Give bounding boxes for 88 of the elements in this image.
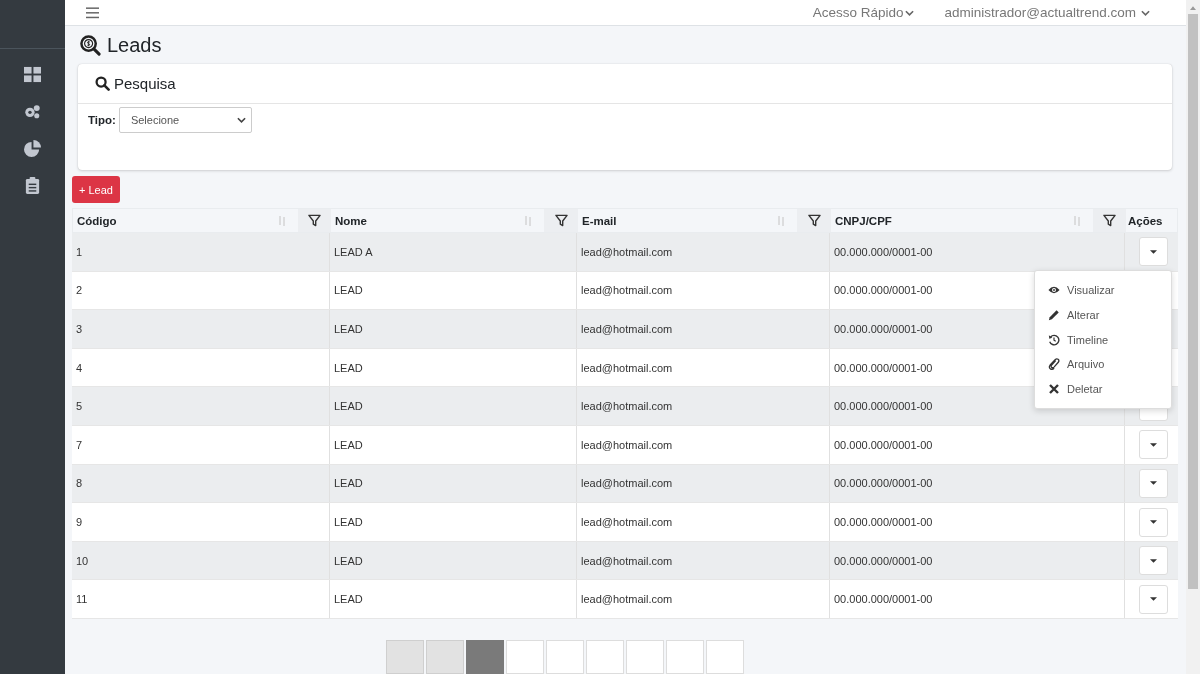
quick-access-menu[interactable]: Acesso Rápido — [812, 5, 915, 21]
table-cell: LEAD — [330, 271, 577, 310]
filter-icon — [554, 214, 568, 228]
dollar-search-icon — [80, 34, 101, 56]
sort-icon[interactable] — [1072, 215, 1081, 226]
column-header[interactable]: CNPJ/CPF — [831, 209, 1060, 233]
table-cell: 11 — [72, 580, 330, 618]
caret-icon — [1150, 442, 1157, 447]
table-cell: LEAD — [330, 503, 577, 541]
table-cell: 00.000.000/0001-00 — [830, 503, 1125, 541]
filter-button[interactable] — [544, 209, 578, 233]
table-cell: 00.000.000/0001-00 — [830, 541, 1125, 580]
type-label: Tipo: — [88, 114, 116, 127]
actions-dropdown-button[interactable] — [1139, 468, 1168, 498]
filter-button[interactable] — [298, 209, 331, 233]
table-cell: 2 — [72, 271, 330, 310]
chevron-down-icon — [236, 117, 246, 124]
card-title: Pesquisa — [114, 75, 176, 93]
table-cell: lead@hotmail.com — [577, 426, 830, 464]
pie-chart-icon[interactable] — [24, 140, 41, 157]
table-cell: 4 — [72, 348, 330, 387]
filter-button[interactable] — [797, 209, 831, 233]
column-header[interactable]: E-mail — [578, 209, 764, 233]
caret-icon — [1150, 249, 1157, 254]
pencil-icon — [1048, 308, 1060, 321]
table-cell: LEAD — [330, 464, 577, 503]
type-select[interactable]: Selecione — [118, 107, 252, 134]
table-cell: 5 — [72, 387, 330, 426]
table-cell: LEAD — [330, 387, 577, 426]
table-cell: lead@hotmail.com — [577, 233, 830, 271]
filter-icon — [807, 214, 821, 228]
chevron-down-icon — [905, 9, 915, 16]
actions-dropdown-button[interactable] — [1139, 507, 1168, 537]
filter-icon — [308, 214, 321, 228]
table-cell: 7 — [72, 426, 330, 464]
table-cell: LEAD — [330, 310, 577, 348]
caret-icon — [1150, 597, 1157, 602]
actions-dropdown-button[interactable] — [1139, 237, 1168, 267]
table-cell: lead@hotmail.com — [577, 580, 830, 618]
clipboard-icon[interactable] — [24, 177, 41, 194]
actions-dropdown-button[interactable] — [1139, 584, 1168, 614]
user-menu[interactable]: administrador@actualtrend.com — [944, 5, 1150, 21]
menu-icon[interactable] — [86, 6, 99, 19]
page-button[interactable] — [466, 640, 504, 674]
gears-icon[interactable] — [24, 103, 41, 120]
table-cell: LEAD — [330, 580, 577, 618]
table-cell: lead@hotmail.com — [577, 503, 830, 541]
table-cell: lead@hotmail.com — [577, 464, 830, 503]
caret-icon — [1150, 558, 1157, 563]
chevron-down-icon — [1141, 9, 1150, 16]
table-cell: 10 — [72, 541, 330, 580]
caret-icon — [1150, 481, 1157, 486]
actions-dropdown-button[interactable] — [1139, 430, 1168, 460]
search-icon — [95, 76, 110, 92]
table-cell: LEAD A — [330, 233, 577, 271]
table-cell: lead@hotmail.com — [577, 541, 830, 580]
scroll-up-icon[interactable] — [1190, 6, 1196, 10]
table-cell: 00.000.000/0001-00 — [830, 580, 1125, 618]
sort-icon[interactable] — [523, 215, 532, 226]
paperclip-icon — [1048, 358, 1060, 371]
table-cell: LEAD — [330, 348, 577, 387]
dashboard-icon[interactable] — [24, 66, 41, 83]
table-cell: lead@hotmail.com — [577, 387, 830, 426]
caret-icon — [1150, 520, 1157, 524]
column-header[interactable]: Nome — [331, 209, 511, 233]
table-cell: 1 — [72, 233, 330, 271]
actions-dropdown-button[interactable] — [1139, 546, 1168, 576]
sort-icon[interactable] — [776, 215, 785, 226]
table-cell: 8 — [72, 464, 330, 503]
history-icon — [1048, 333, 1060, 346]
close-icon — [1048, 382, 1060, 395]
table-cell: LEAD — [330, 426, 577, 464]
table-cell: 00.000.000/0001-00 — [830, 426, 1125, 464]
table-cell: LEAD — [330, 541, 577, 580]
add-lead-button[interactable]: + Lead — [72, 176, 120, 204]
table-cell: 9 — [72, 503, 330, 541]
table-cell: 00.000.000/0001-00 — [830, 464, 1125, 503]
table-cell: lead@hotmail.com — [577, 310, 830, 348]
scrollbar[interactable] — [1186, 0, 1200, 674]
table-cell: 3 — [72, 310, 330, 348]
filter-button[interactable] — [1093, 209, 1126, 233]
table-cell: lead@hotmail.com — [577, 348, 830, 387]
column-header[interactable]: Ações — [1126, 209, 1179, 233]
filter-icon — [1103, 214, 1116, 228]
column-header[interactable]: Código — [73, 209, 265, 233]
sort-icon[interactable] — [277, 215, 286, 226]
page-title: Leads — [107, 33, 162, 57]
table-cell: lead@hotmail.com — [577, 271, 830, 310]
